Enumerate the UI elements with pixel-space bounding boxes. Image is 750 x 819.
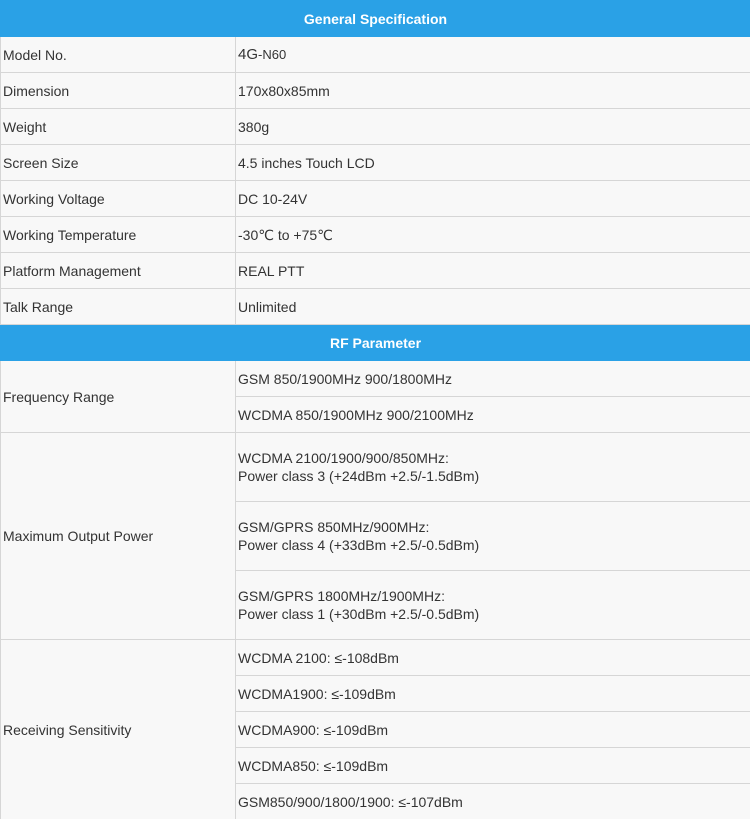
- spec-value: WCDMA1900: ≤-109dBm: [234, 675, 750, 712]
- value-line: GSM/GPRS 850MHz/900MHz:: [238, 519, 430, 535]
- general-spec-header: General Specification: [0, 0, 750, 37]
- table-row: Working Voltage DC 10-24V: [0, 180, 750, 217]
- value-line: Power class 1 (+30dBm +2.5/-0.5dBm): [238, 606, 480, 622]
- spec-value: GSM/GPRS 1800MHz/1900MHz: Power class 1 …: [234, 570, 750, 640]
- value-line: WCDMA 2100/1900/900/850MHz:: [238, 450, 449, 466]
- value-line: Power class 3 (+24dBm +2.5/-1.5dBm): [238, 468, 480, 484]
- spec-value: GSM 850/1900MHz 900/1800MHz: [234, 360, 750, 397]
- table-row: Dimension 170x80x85mm: [0, 72, 750, 109]
- table-row: Maximum Output Power WCDMA 2100/1900/900…: [0, 432, 750, 640]
- spec-label: Model No.: [0, 36, 236, 73]
- value-line: Power class 4 (+33dBm +2.5/-0.5dBm): [238, 537, 480, 553]
- receiving-sensitivity-label: Receiving Sensitivity: [0, 639, 236, 819]
- spec-label: Working Temperature: [0, 216, 236, 253]
- spec-value: GSM850/900/1800/1900: ≤-107dBm: [234, 783, 750, 819]
- spec-value: WCDMA 850/1900MHz 900/2100MHz: [234, 396, 750, 433]
- spec-value: GSM/GPRS 850MHz/900MHz: Power class 4 (+…: [234, 501, 750, 571]
- table-row: Working Temperature -30℃ to +75℃: [0, 216, 750, 253]
- spec-label: Weight: [0, 108, 236, 145]
- spec-label: Working Voltage: [0, 180, 236, 217]
- spec-label: Platform Management: [0, 252, 236, 289]
- spec-table: General Specification Model No. 4G-N60 D…: [0, 0, 750, 819]
- table-row: Model No. 4G-N60: [0, 36, 750, 73]
- spec-value: WCDMA 2100/1900/900/850MHz: Power class …: [234, 432, 750, 502]
- spec-value: WCDMA 2100: ≤-108dBm: [234, 639, 750, 676]
- spec-label: Dimension: [0, 72, 236, 109]
- table-row: Talk Range Unlimited: [0, 288, 750, 325]
- spec-label: Screen Size: [0, 144, 236, 181]
- spec-value: -30℃ to +75℃: [234, 216, 750, 253]
- table-row: Screen Size 4.5 inches Touch LCD: [0, 144, 750, 181]
- spec-value: 4.5 inches Touch LCD: [234, 144, 750, 181]
- spec-value: WCDMA850: ≤-109dBm: [234, 747, 750, 784]
- table-row: Frequency Range GSM 850/1900MHz 900/1800…: [0, 360, 750, 433]
- table-row: Weight 380g: [0, 108, 750, 145]
- max-output-power-label: Maximum Output Power: [0, 432, 236, 640]
- spec-label: Talk Range: [0, 288, 236, 325]
- model-prefix: 4G: [238, 46, 259, 63]
- frequency-range-label: Frequency Range: [0, 360, 236, 433]
- general-spec-header-row: General Specification: [0, 0, 750, 37]
- table-row: Platform Management REAL PTT: [0, 252, 750, 289]
- spec-value: Unlimited: [234, 288, 750, 325]
- spec-value: DC 10-24V: [234, 180, 750, 217]
- spec-value: REAL PTT: [234, 252, 750, 289]
- spec-value: WCDMA900: ≤-109dBm: [234, 711, 750, 748]
- table-row: Receiving Sensitivity WCDMA 2100: ≤-108d…: [0, 639, 750, 819]
- model-suffix: -N60: [258, 47, 287, 62]
- spec-value: 380g: [234, 108, 750, 145]
- spec-value: 170x80x85mm: [234, 72, 750, 109]
- rf-parameter-header-row: RF Parameter: [0, 324, 750, 361]
- value-line: GSM/GPRS 1800MHz/1900MHz:: [238, 588, 445, 604]
- rf-parameter-header: RF Parameter: [0, 324, 750, 361]
- spec-value: 4G-N60: [234, 36, 750, 73]
